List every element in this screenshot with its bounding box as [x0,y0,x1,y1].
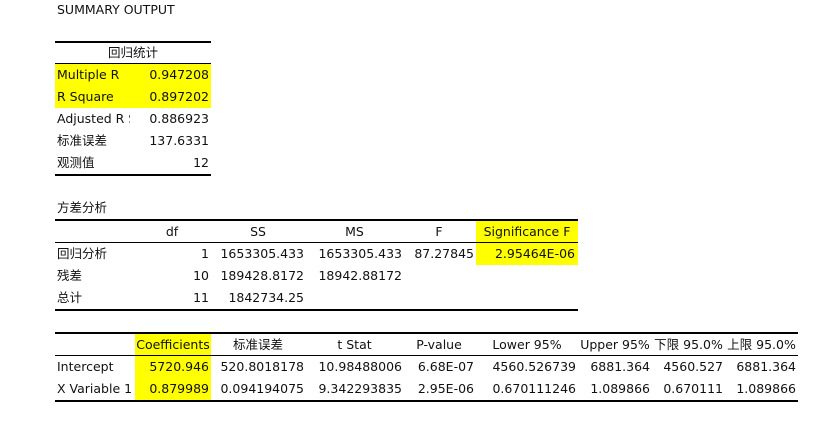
anova-bottom-border [55,309,578,311]
coef-header-standard-error: 标准误差 [232,337,283,352]
anova-header-border [55,242,578,243]
coef-header-upper-95-0: 上限 95.0% [727,337,796,352]
anova-df-residual[interactable]: 10 [135,266,209,286]
regstats-label-multiple-r[interactable]: Multiple R [57,65,119,85]
coef-label-x-variable-1[interactable]: X Variable 1 [57,379,132,399]
coef-x-variable-1-lower-95[interactable]: 0.670111246 [476,379,576,399]
regstats-value-standard-error[interactable]: 137.6331 [135,131,209,151]
anova-df-regression[interactable]: 1 [135,244,209,264]
anova-header-df: df [165,224,179,239]
anova-header-f: F [435,224,443,239]
anova-label-regression[interactable]: 回归分析 [57,244,107,264]
regstats-label-r-square[interactable]: R Square [57,87,114,107]
coef-header-coefficients: Coefficients [136,337,210,352]
coef-x-variable-1-lower-95-0[interactable]: 0.670111 [652,379,723,399]
anova-ms-regression[interactable]: 1653305.433 [307,244,402,264]
anova-ss-total[interactable]: 1842734.25 [212,288,304,308]
anova-header-significance-f: Significance F [483,224,571,239]
coef-x-variable-1-standard-error[interactable]: 0.094194075 [212,379,304,399]
anova-label-residual[interactable]: 残差 [57,266,82,286]
anova-ms-residual[interactable]: 18942.88172 [307,266,402,286]
anova-header-ms: MS [345,224,364,239]
regstats-value-r-square[interactable]: 0.897202 [135,87,209,107]
anova-f-regression[interactable]: 87.27845 [404,244,474,264]
anova-df-total[interactable]: 11 [135,288,209,308]
regstats-bottom-border [55,174,211,176]
coef-header-p-value: P-value [416,337,462,352]
coef-x-variable-1-upper-95-0[interactable]: 1.089866 [725,379,796,399]
coef-intercept-lower-95[interactable]: 4560.526739 [476,357,576,377]
anova-significance-f-regression[interactable]: 2.95464E-06 [476,244,575,264]
regstats-value-multiple-r[interactable]: 0.947208 [135,65,209,85]
coef-intercept-lower-95-0[interactable]: 4560.527 [652,357,723,377]
coef-bottom-border [55,400,798,402]
anova-ss-residual[interactable]: 189428.8172 [212,266,304,286]
anova-ss-regression[interactable]: 1653305.433 [212,244,304,264]
coef-header-lower-95: Lower 95% [492,337,562,352]
coef-header-border [55,355,798,356]
summary-title: SUMMARY OUTPUT [57,2,175,17]
regstats-value-adjusted-r-square[interactable]: 0.886923 [135,109,209,129]
coef-intercept-p-value[interactable]: 6.68E-07 [404,357,474,377]
coef-header-lower-95-0: 下限 95.0% [654,337,723,352]
regstats-value-observations[interactable]: 12 [135,153,209,173]
regstats-header: 回归统计 [107,45,158,60]
anova-title: 方差分析 [57,200,108,215]
coef-header-upper-95: Upper 95% [580,337,650,352]
anova-header-ss: SS [250,224,266,239]
coef-x-variable-1-upper-95[interactable]: 1.089866 [578,379,650,399]
coef-x-variable-1-coefficient[interactable]: 0.879989 [135,379,209,399]
coef-label-intercept[interactable]: Intercept [57,357,113,377]
coef-intercept-upper-95[interactable]: 6881.364 [578,357,650,377]
coef-x-variable-1-t-stat[interactable]: 9.342293835 [307,379,402,399]
anova-label-total[interactable]: 总计 [57,288,82,308]
coef-intercept-upper-95-0[interactable]: 6881.364 [725,357,796,377]
coef-intercept-t-stat[interactable]: 10.98488006 [307,357,402,377]
coef-x-variable-1-p-value[interactable]: 2.95E-06 [404,379,474,399]
regstats-label-observations[interactable]: 观测值 [57,153,95,173]
coef-intercept-standard-error[interactable]: 520.8018178 [212,357,304,377]
coef-header-t-stat: t Stat [337,337,372,352]
coef-intercept-coefficient[interactable]: 5720.946 [135,357,209,377]
regstats-label-adjusted-r-square[interactable]: Adjusted R Square [57,109,130,129]
regstats-label-standard-error[interactable]: 标准误差 [57,131,107,151]
